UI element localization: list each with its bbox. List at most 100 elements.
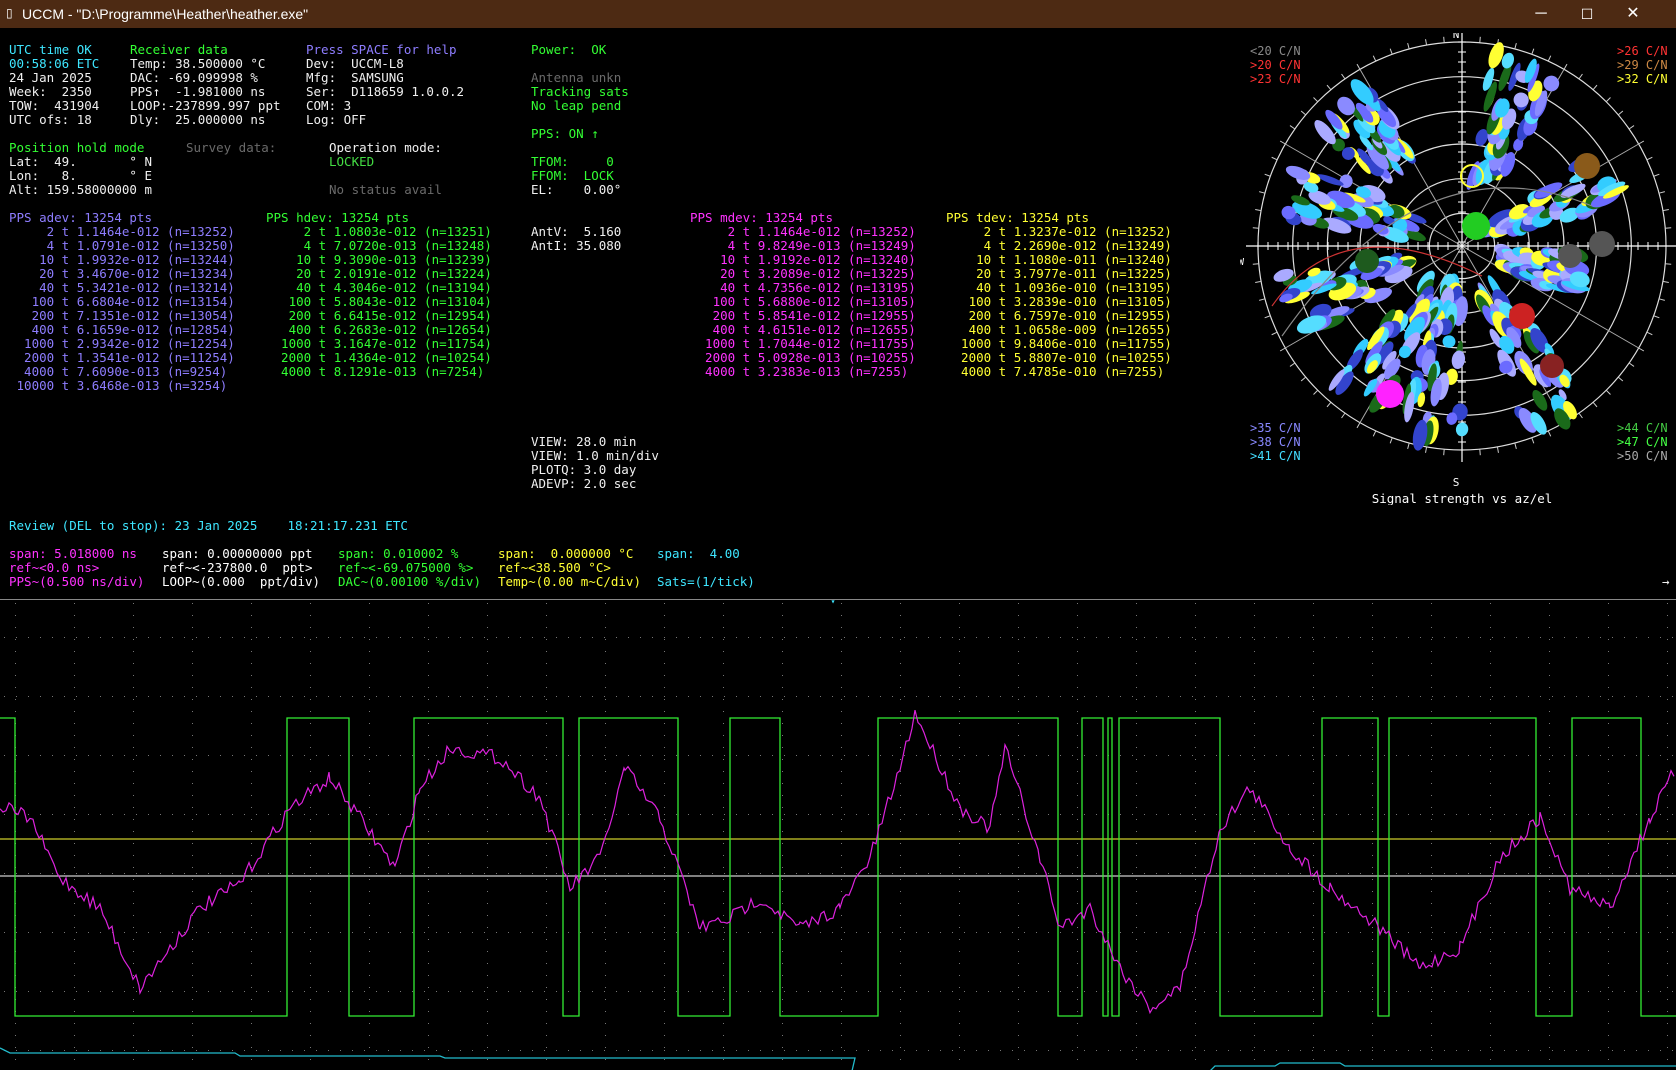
- grid-dot: [310, 939, 311, 940]
- grid-dot: [74, 951, 75, 952]
- tdev-table: PPS tdev: 13254 pts 2 t 1.3237e-012 (n=1…: [946, 211, 1172, 379]
- plot-area[interactable]: ▾: [0, 599, 1676, 1070]
- grid-dot: [568, 991, 569, 992]
- grid-dot: [1195, 627, 1196, 628]
- grid-dot: [1132, 696, 1133, 697]
- grid-dot: [1608, 771, 1609, 772]
- grid-dot: [472, 873, 473, 874]
- grid-dot: [546, 1047, 547, 1048]
- grid-dot: [1431, 1035, 1432, 1036]
- grid-dot: [796, 991, 797, 992]
- grid-dot: [268, 755, 269, 756]
- maximize-button[interactable]: ☐: [1564, 0, 1610, 28]
- grid-dot: [1254, 699, 1255, 700]
- grid-dot: [1132, 1050, 1133, 1051]
- grid-dot: [796, 696, 797, 697]
- polar-tick: [1289, 125, 1296, 130]
- grid-dot: [1336, 991, 1337, 992]
- grid-dot: [1195, 999, 1196, 1000]
- grid-dot: [40, 932, 41, 933]
- grid-dot: [1072, 1050, 1073, 1051]
- scroll-right-icon[interactable]: →: [1662, 575, 1670, 589]
- grid-dot: [1636, 814, 1637, 815]
- grid-dot: [1372, 939, 1373, 940]
- grid-dot: [568, 696, 569, 697]
- grid-dot: [251, 927, 252, 928]
- grid-dot: [628, 696, 629, 697]
- grid-dot: [76, 932, 77, 933]
- grid-dot: [1313, 687, 1314, 688]
- grid-dot: [1240, 1050, 1241, 1051]
- grid-dot: [1492, 814, 1493, 815]
- grid-dot: [1564, 637, 1565, 638]
- receiver-line: DAC: -69.099998 %: [130, 70, 258, 85]
- grid-dot: [808, 873, 809, 874]
- grid-dot: [1648, 873, 1649, 874]
- grid-dot: [1132, 755, 1133, 756]
- grid-dot: [1195, 951, 1196, 952]
- grid-dot: [388, 932, 389, 933]
- polar-tick: [1356, 63, 1361, 70]
- grid-dot: [496, 873, 497, 874]
- window-title: UCCM - "D:\Programme\Heather\heather.exe…: [22, 6, 309, 22]
- grid-dot: [1432, 755, 1433, 756]
- help-hint[interactable]: Press SPACE for help: [306, 43, 464, 57]
- minimize-button[interactable]: ─: [1518, 0, 1564, 28]
- grid-dot: [841, 639, 842, 640]
- longitude: Lon: 8. ° E: [9, 168, 152, 183]
- review-line: Review (DEL to stop): 23 Jan 2025 18:21:…: [9, 518, 408, 533]
- grid-dot: [133, 1011, 134, 1012]
- grid-dot: [1195, 1011, 1196, 1012]
- grid-dot: [959, 891, 960, 892]
- grid-dot: [412, 637, 413, 638]
- legend-item: >41 C/N: [1250, 449, 1301, 463]
- grid-dot: [1384, 991, 1385, 992]
- grid-dot: [52, 932, 53, 933]
- legend-item: <20 C/N: [1250, 44, 1301, 58]
- grid-dot: [784, 755, 785, 756]
- grid-dot: [664, 639, 665, 640]
- grid-dot: [605, 615, 606, 616]
- grid-dot: [1372, 843, 1373, 844]
- grid-dot: [988, 991, 989, 992]
- grid-dot: [74, 639, 75, 640]
- grid-dot: [1490, 903, 1491, 904]
- grid-dot: [340, 755, 341, 756]
- grid-dot: [1168, 637, 1169, 638]
- grid-dot: [892, 991, 893, 992]
- grid-dot: [1077, 951, 1078, 952]
- grid-dot: [1012, 696, 1013, 697]
- grid-dot: [1036, 991, 1037, 992]
- grid-dot: [1384, 814, 1385, 815]
- grid-dot: [310, 663, 311, 664]
- grid-dot: [251, 675, 252, 676]
- heather-screen[interactable]: UTC time OK 00:58:06 ETC 24 Jan 2025 Wee…: [0, 28, 1676, 1070]
- grid-dot: [124, 637, 125, 638]
- grid-dot: [1672, 755, 1673, 756]
- grid-dot: [904, 814, 905, 815]
- grid-dot: [723, 843, 724, 844]
- grid-dot: [1576, 637, 1577, 638]
- grid-dot: [1648, 932, 1649, 933]
- grid-dot: [700, 991, 701, 992]
- utc-date: 24 Jan 2025: [9, 70, 92, 85]
- grid-dot: [592, 873, 593, 874]
- grid-dot: [1195, 663, 1196, 664]
- grid-dot: [1549, 951, 1550, 952]
- grid-dot: [1254, 603, 1255, 604]
- close-button[interactable]: ✕: [1610, 0, 1656, 28]
- grid-dot: [369, 795, 370, 796]
- table-row: 200 t 7.1351e-012 (n=13054): [9, 308, 235, 323]
- grid-dot: [841, 747, 842, 748]
- grid-dot: [628, 932, 629, 933]
- grid-dot: [760, 932, 761, 933]
- grid-dot: [1018, 951, 1019, 952]
- grid-dot: [1180, 696, 1181, 697]
- grid-dot: [16, 932, 17, 933]
- grid-dot: [782, 771, 783, 772]
- grid-dot: [1667, 903, 1668, 904]
- app-icon[interactable]: ▯: [6, 6, 13, 20]
- grid-dot: [664, 975, 665, 976]
- grid-dot: [1228, 1050, 1229, 1051]
- grid-dot: [256, 696, 257, 697]
